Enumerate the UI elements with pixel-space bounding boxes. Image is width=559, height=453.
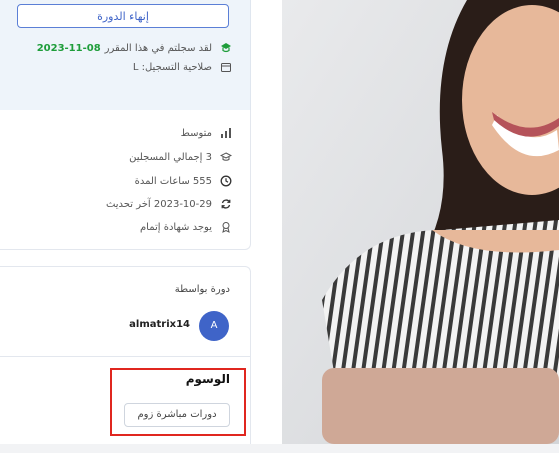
validity-info: صلاحية التسجيل: L xyxy=(133,61,232,73)
meta-level-text: متوسط xyxy=(180,127,212,139)
refresh-icon xyxy=(220,198,232,210)
author-title: دورة بواسطة xyxy=(174,284,230,295)
clock-icon xyxy=(220,175,232,187)
meta-duration-text: 555 ساعات المدة xyxy=(134,175,212,187)
graduation-cap-icon xyxy=(220,42,232,54)
certificate-badge-icon xyxy=(220,221,232,233)
meta-level: متوسط xyxy=(181,127,232,139)
level-bars-icon xyxy=(220,127,232,139)
meta-duration: 555 ساعات المدة xyxy=(135,175,232,187)
course-cover-photo xyxy=(282,0,559,444)
meta-certificate: يوجد شهادة إتمام xyxy=(140,221,232,233)
calendar-icon xyxy=(220,61,232,73)
bottom-band xyxy=(0,444,559,453)
meta-updated-text: 2023-10-29 آخر تحديث xyxy=(105,198,212,210)
meta-students: 3 إجمالي المسجلين xyxy=(129,151,232,163)
meta-students-text: 3 إجمالي المسجلين xyxy=(129,151,212,163)
meta-certificate-text: يوجد شهادة إتمام xyxy=(139,221,212,233)
author-name[interactable]: almatrix14 xyxy=(129,319,190,330)
enrolled-text: لقد سجلتم في هذا المقرر xyxy=(104,42,212,54)
students-cap-icon xyxy=(220,151,232,163)
course-sidebar: إنهاء الدورة لقد سجلتم في هذا المقرر 202… xyxy=(0,0,252,453)
avatar[interactable]: A xyxy=(199,311,229,341)
validity-text: صلاحية التسجيل: L xyxy=(132,61,212,73)
enrolled-info: لقد سجلتم في هذا المقرر 2023-11-08 xyxy=(37,42,232,54)
enrolled-date: 2023-11-08 xyxy=(36,42,101,54)
meta-updated: 2023-10-29 آخر تحديث xyxy=(106,198,232,210)
finish-course-button[interactable]: إنهاء الدورة xyxy=(17,4,229,28)
tag-chip[interactable]: دورات مباشرة زوم xyxy=(124,403,230,427)
tags-title: الوسوم xyxy=(185,372,230,386)
course-cover-image xyxy=(282,0,559,444)
